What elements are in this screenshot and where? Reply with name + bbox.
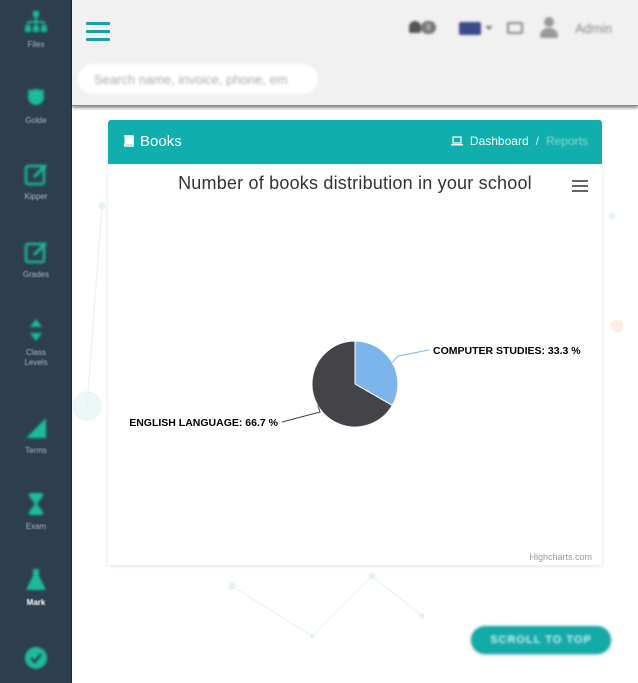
sidebar-item-files[interactable]: Files (0, 8, 72, 49)
card-title: Books (122, 133, 182, 150)
laptop-icon (450, 136, 463, 146)
pie-connector (391, 349, 430, 363)
book-icon (123, 135, 134, 147)
sidebar-item-extra[interactable] (0, 644, 72, 672)
sidebar-item-label: Files (27, 40, 45, 49)
pie-data-label: COMPUTER STUDIES: 33.3 % (433, 345, 581, 357)
flask-icon (26, 569, 46, 590)
hourglass-icon (29, 493, 43, 515)
books-report-card: Books Dashboard / Reports Number of book… (108, 120, 602, 565)
pie-connector (281, 405, 321, 423)
breadcrumb-dashboard-link[interactable]: Dashboard (470, 134, 529, 148)
sidebar-item-label: Kipper (24, 192, 48, 201)
pie-chart-svg: COMPUTER STUDIES: 33.3 % ENGLISH LANGUAGE… (129, 340, 581, 429)
card-title-text: Books (140, 133, 182, 150)
sidebar-item-mark[interactable]: Mark (0, 566, 72, 607)
language-flag-icon[interactable] (459, 21, 494, 35)
notifications-button[interactable]: 0 (409, 19, 443, 37)
user-name[interactable]: Admin (575, 21, 612, 36)
check-circle-icon (25, 647, 47, 669)
menu-toggle-icon[interactable] (86, 22, 110, 42)
pie-chart: Number of books distribution in your sch… (108, 164, 602, 565)
sidebar-item-label: Golde (25, 116, 47, 125)
sidebar-item-label: Terms (25, 446, 47, 455)
bell-icon (409, 21, 422, 33)
sidebar-item-class-levels[interactable]: Class Levels (0, 316, 72, 367)
edit-icon (24, 163, 48, 186)
sidebar-item-label: Mark (26, 598, 46, 607)
avatar[interactable] (539, 17, 559, 39)
top-icons: 0 Admin (409, 16, 612, 40)
sidebar-item-golde[interactable]: Golde (0, 84, 72, 125)
top-bar: 0 Admin (72, 0, 638, 106)
scroll-to-top-button[interactable]: SCROLL TO TOP (471, 626, 611, 654)
breadcrumb-current: Reports (545, 134, 588, 148)
sidebar-item-terms[interactable]: Terms (0, 414, 72, 455)
sidebar-item-exam[interactable]: Exam (0, 490, 72, 531)
sitemap-icon (25, 11, 47, 32)
sidebar-item-grades[interactable]: Grades (0, 238, 72, 279)
sort-icon (30, 319, 42, 341)
sidebar: Files Golde Kipper Grades Class Levels T… (0, 0, 72, 683)
edit-icon (24, 241, 48, 264)
sidebar-item-kipper[interactable]: Kipper (0, 160, 72, 201)
chart-credits[interactable]: Highcharts.com (529, 552, 592, 562)
signal-icon (26, 418, 46, 438)
breadcrumb: Dashboard / Reports (450, 134, 588, 148)
mail-icon[interactable] (507, 22, 524, 34)
pie-data-label: ENGLISH LANGUAGE: 66.7 % (129, 417, 278, 429)
graduate-icon (28, 89, 44, 105)
sidebar-item-label: Grades (22, 270, 50, 279)
search-input[interactable] (78, 64, 318, 94)
breadcrumb-separator: / (535, 134, 539, 148)
sidebar-item-label: Class (25, 348, 46, 357)
sidebar-item-label: Exam (25, 522, 47, 531)
sidebar-item-label-line2: Levels (24, 358, 48, 367)
card-header: Books Dashboard / Reports (108, 120, 602, 164)
notification-count: 0 (421, 21, 436, 34)
